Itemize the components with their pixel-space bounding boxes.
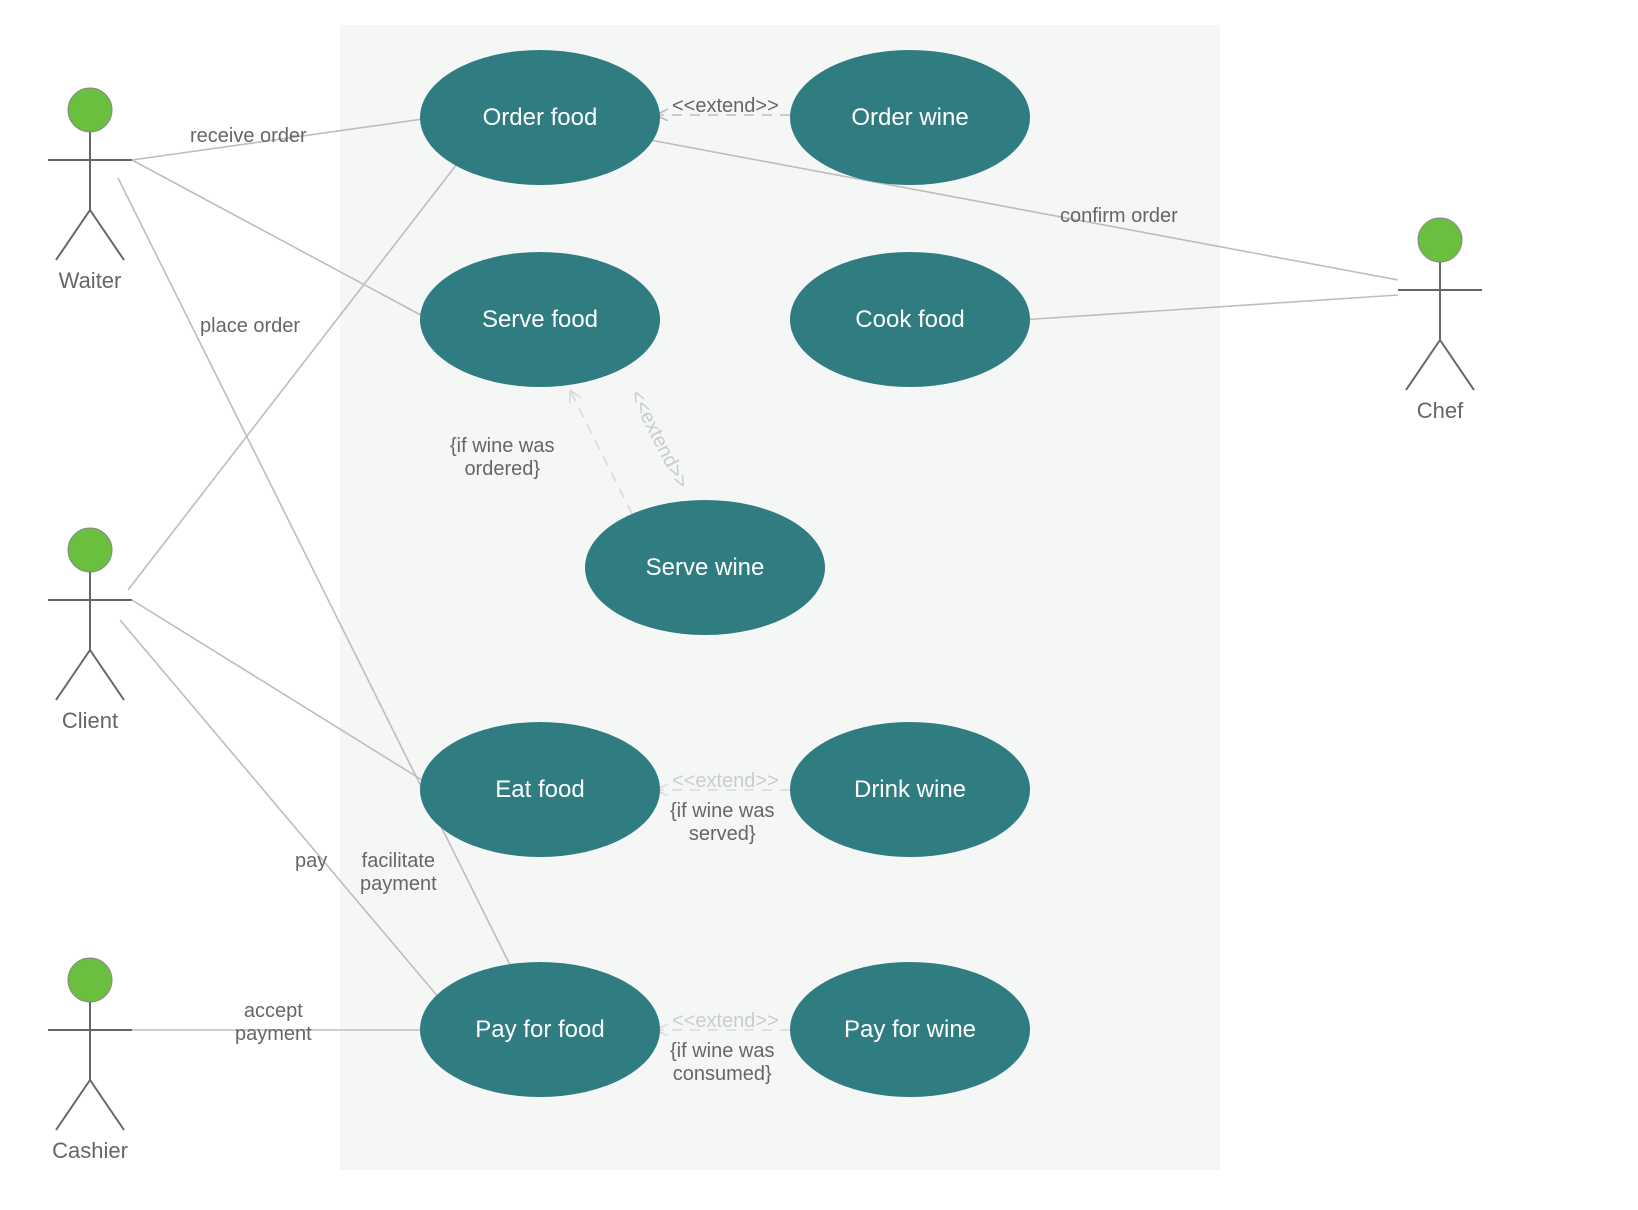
usecase-pay-for-food: Pay for food	[420, 962, 660, 1097]
actor-label-client: Client	[57, 708, 123, 734]
label-extend3: <<extend>>	[672, 770, 779, 793]
usecase-pay-for-wine: Pay for wine	[790, 962, 1030, 1097]
actor-label-chef: Chef	[1410, 398, 1470, 424]
usecase-order-food: Order food	[420, 50, 660, 185]
actor-client-figure	[48, 528, 132, 700]
usecase-eat-food: Eat food	[420, 722, 660, 857]
usecase-cook-food-label: Cook food	[855, 306, 964, 334]
usecase-drink-wine-label: Drink wine	[854, 776, 966, 804]
usecase-cook-food: Cook food	[790, 252, 1030, 387]
actor-label-cashier: Cashier	[48, 1138, 132, 1164]
label-guard-drink: {if wine was served}	[670, 800, 775, 846]
usecase-pay-for-wine-label: Pay for wine	[844, 1016, 976, 1044]
actor-cashier-figure	[48, 958, 132, 1130]
label-guard-serve: {if wine was ordered}	[450, 435, 555, 481]
actor-label-waiter: Waiter	[55, 268, 125, 294]
usecase-serve-food-label: Serve food	[482, 306, 598, 334]
usecase-order-wine: Order wine	[790, 50, 1030, 185]
usecase-serve-food: Serve food	[420, 252, 660, 387]
label-place-order: place order	[200, 315, 300, 338]
actor-chef-figure	[1398, 218, 1482, 390]
label-accept-payment: accept payment	[235, 1000, 312, 1046]
label-extend4: <<extend>>	[672, 1010, 779, 1033]
usecase-eat-food-label: Eat food	[495, 776, 584, 804]
usecase-serve-wine: Serve wine	[585, 500, 825, 635]
label-pay: pay	[295, 850, 327, 873]
label-facilitate: facilitate payment	[360, 850, 437, 896]
label-receive-order: receive order	[190, 125, 307, 148]
usecase-pay-for-food-label: Pay for food	[475, 1016, 604, 1044]
label-extend1: <<extend>>	[672, 95, 779, 118]
usecase-serve-wine-label: Serve wine	[646, 554, 765, 582]
usecase-order-food-label: Order food	[483, 104, 598, 132]
actor-waiter-figure	[48, 88, 132, 260]
label-guard-pay: {if wine was consumed}	[670, 1040, 775, 1086]
usecase-order-wine-label: Order wine	[851, 104, 968, 132]
label-confirm-order: confirm order	[1060, 205, 1178, 228]
usecase-drink-wine: Drink wine	[790, 722, 1030, 857]
